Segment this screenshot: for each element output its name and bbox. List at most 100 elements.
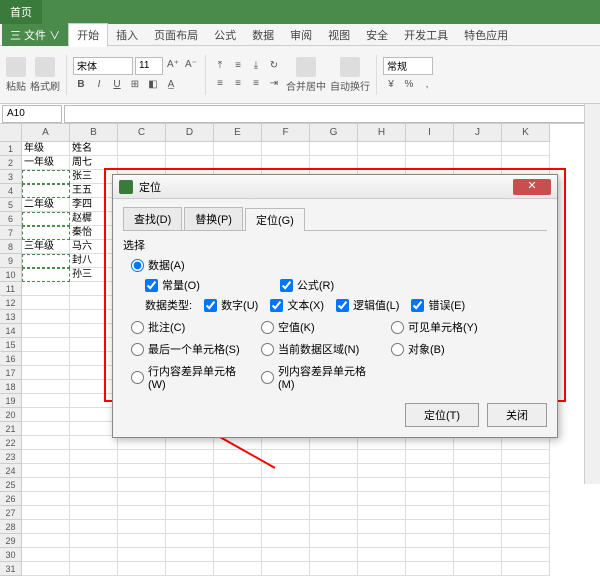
cell-K30[interactable] — [502, 548, 550, 562]
ribbon-tab-formula[interactable]: 公式 — [206, 24, 244, 46]
cell-B30[interactable] — [70, 548, 118, 562]
row-header-27[interactable]: 27 — [0, 506, 22, 520]
cell-G27[interactable] — [310, 506, 358, 520]
cell-B16[interactable] — [70, 352, 118, 366]
cell-A11[interactable] — [22, 282, 70, 296]
cell-E28[interactable] — [214, 520, 262, 534]
cell-J24[interactable] — [454, 464, 502, 478]
cell-K1[interactable] — [502, 142, 550, 156]
cell-B2[interactable]: 周七 — [70, 156, 118, 170]
cell-A17[interactable] — [22, 366, 70, 380]
cell-B5[interactable]: 李四 — [70, 198, 118, 212]
cell-C27[interactable] — [118, 506, 166, 520]
cell-B24[interactable] — [70, 464, 118, 478]
font-size-combo[interactable] — [135, 57, 163, 75]
cell-I27[interactable] — [406, 506, 454, 520]
row-header-31[interactable]: 31 — [0, 562, 22, 576]
formula-bar[interactable] — [64, 105, 596, 123]
cell-F1[interactable] — [262, 142, 310, 156]
cell-A18[interactable] — [22, 380, 70, 394]
cell-H30[interactable] — [358, 548, 406, 562]
opt-error[interactable]: 错误(E) — [411, 297, 465, 313]
opt-data[interactable]: 数据(A) — [131, 257, 547, 273]
cell-K24[interactable] — [502, 464, 550, 478]
row-header-10[interactable]: 10 — [0, 268, 22, 282]
col-header-C[interactable]: C — [118, 124, 166, 142]
cell-B31[interactable] — [70, 562, 118, 576]
cell-J1[interactable] — [454, 142, 502, 156]
cell-A13[interactable] — [22, 310, 70, 324]
col-header-D[interactable]: D — [166, 124, 214, 142]
file-menu[interactable]: 三 文件 ∨ — [2, 24, 68, 46]
cell-K28[interactable] — [502, 520, 550, 534]
dialog-ok-button[interactable]: 定位(T) — [405, 403, 479, 427]
merge-center-button[interactable]: 合并居中 — [286, 57, 326, 93]
col-header-H[interactable]: H — [358, 124, 406, 142]
cell-B18[interactable] — [70, 380, 118, 394]
name-box[interactable] — [2, 105, 62, 123]
ribbon-tab-security[interactable]: 安全 — [358, 24, 396, 46]
underline-icon[interactable]: U — [109, 77, 125, 93]
row-header-25[interactable]: 25 — [0, 478, 22, 492]
row-header-7[interactable]: 7 — [0, 226, 22, 240]
cell-E2[interactable] — [214, 156, 262, 170]
font-color-icon[interactable]: A̲ — [163, 77, 179, 93]
cell-J31[interactable] — [454, 562, 502, 576]
cell-H24[interactable] — [358, 464, 406, 478]
row-header-16[interactable]: 16 — [0, 352, 22, 366]
right-scrollbar[interactable] — [584, 104, 600, 484]
cell-H2[interactable] — [358, 156, 406, 170]
cell-J25[interactable] — [454, 478, 502, 492]
opt-region[interactable]: 当前数据区域(N) — [261, 341, 381, 357]
tab-replace[interactable]: 替换(P) — [184, 207, 243, 230]
col-header-J[interactable]: J — [454, 124, 502, 142]
ribbon-tab-insert[interactable]: 插入 — [108, 24, 146, 46]
cell-K27[interactable] — [502, 506, 550, 520]
row-header-24[interactable]: 24 — [0, 464, 22, 478]
dialog-close-button[interactable]: ✕ — [513, 179, 551, 195]
cell-A19[interactable] — [22, 394, 70, 408]
cell-E31[interactable] — [214, 562, 262, 576]
cell-H25[interactable] — [358, 478, 406, 492]
cell-A26[interactable] — [22, 492, 70, 506]
cell-G22[interactable] — [310, 436, 358, 450]
row-header-15[interactable]: 15 — [0, 338, 22, 352]
fill-color-icon[interactable]: ◧ — [145, 77, 161, 93]
align-bottom-icon[interactable]: ⤓ — [248, 58, 264, 74]
row-header-9[interactable]: 9 — [0, 254, 22, 268]
cell-A21[interactable] — [22, 422, 70, 436]
percent-icon[interactable]: % — [401, 77, 417, 93]
opt-objects[interactable]: 对象(B) — [391, 341, 511, 357]
cell-H26[interactable] — [358, 492, 406, 506]
increase-font-icon[interactable]: A⁺ — [165, 57, 181, 73]
cell-G24[interactable] — [310, 464, 358, 478]
cell-I26[interactable] — [406, 492, 454, 506]
row-header-19[interactable]: 19 — [0, 394, 22, 408]
cell-G31[interactable] — [310, 562, 358, 576]
cell-I2[interactable] — [406, 156, 454, 170]
cell-K2[interactable] — [502, 156, 550, 170]
cell-A28[interactable] — [22, 520, 70, 534]
col-header-B[interactable]: B — [70, 124, 118, 142]
cell-B8[interactable]: 马六 — [70, 240, 118, 254]
orientation-icon[interactable]: ↻ — [266, 58, 282, 74]
align-center-icon[interactable]: ≡ — [230, 76, 246, 92]
cell-B4[interactable]: 王五 — [70, 184, 118, 198]
align-right-icon[interactable]: ≡ — [248, 76, 264, 92]
cell-F28[interactable] — [262, 520, 310, 534]
cell-B27[interactable] — [70, 506, 118, 520]
cell-B28[interactable] — [70, 520, 118, 534]
cell-C1[interactable] — [118, 142, 166, 156]
cell-D28[interactable] — [166, 520, 214, 534]
cell-B13[interactable] — [70, 310, 118, 324]
tab-find[interactable]: 查找(D) — [123, 207, 182, 230]
cell-H28[interactable] — [358, 520, 406, 534]
cell-A6[interactable] — [22, 212, 70, 226]
cell-A7[interactable] — [22, 226, 70, 240]
cell-A25[interactable] — [22, 478, 70, 492]
row-header-29[interactable]: 29 — [0, 534, 22, 548]
cell-C31[interactable] — [118, 562, 166, 576]
col-header-G[interactable]: G — [310, 124, 358, 142]
align-left-icon[interactable]: ≡ — [212, 76, 228, 92]
ribbon-tab-layout[interactable]: 页面布局 — [146, 24, 206, 46]
